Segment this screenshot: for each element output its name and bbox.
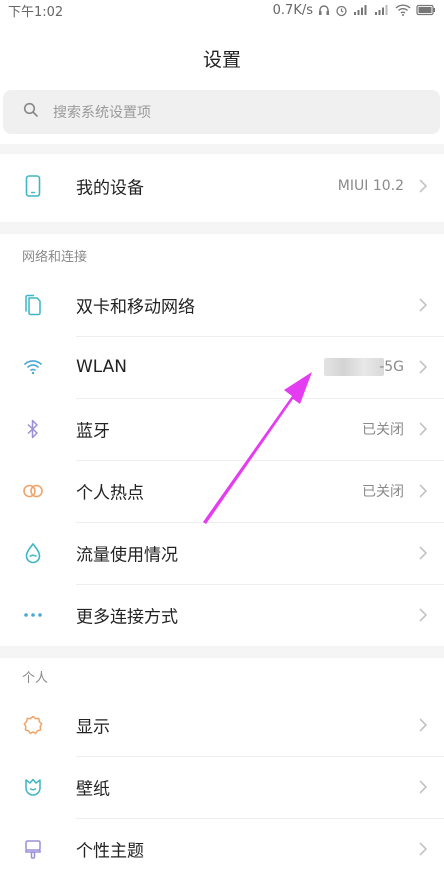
- signal-icon-2: [374, 4, 390, 16]
- bluetooth-icon: [22, 418, 44, 440]
- search-input[interactable]: 搜索系统设置项: [3, 90, 440, 134]
- status-bar: 下午1:02 0.7K/s: [0, 0, 444, 20]
- net-speed: 0.7K/s: [272, 2, 313, 18]
- page-title-text: 设置: [202, 48, 241, 71]
- wlan-label: WLAN: [76, 357, 128, 377]
- sidebar-item-more-connections[interactable]: 更多连接方式: [0, 584, 444, 646]
- display-label: 显示: [76, 717, 110, 738]
- signal-icon: [353, 4, 369, 16]
- status-indicators: 0.7K/s: [273, 3, 436, 18]
- my-device-value: MIUI 10.2: [337, 178, 404, 194]
- alarm-icon: [335, 4, 348, 17]
- wallpaper-label: 壁纸: [76, 779, 110, 800]
- sim-card-icon: [22, 294, 44, 316]
- bluetooth-label: 蓝牙: [76, 421, 110, 442]
- sidebar-item-bluetooth[interactable]: 蓝牙 已关闭: [0, 398, 444, 460]
- chevron-right-icon: [419, 842, 428, 856]
- sidebar-item-display[interactable]: 显示: [0, 694, 444, 756]
- search-placeholder: 搜索系统设置项: [53, 105, 151, 121]
- my-device-label: 我的设备: [76, 178, 144, 199]
- sidebar-item-dual-sim[interactable]: 双卡和移动网络: [0, 274, 444, 336]
- status-time: 下午1:02: [8, 4, 64, 20]
- wifi-icon: [22, 356, 44, 378]
- wlan-value: -5G: [379, 359, 404, 375]
- data-usage-label: 流量使用情况: [76, 545, 178, 566]
- sidebar-item-themes[interactable]: 个性主题: [0, 818, 444, 880]
- chevron-right-icon: [419, 298, 428, 312]
- bluetooth-value: 已关闭: [362, 422, 404, 438]
- divider: [0, 144, 444, 154]
- sidebar-item-wallpaper[interactable]: 壁纸: [0, 756, 444, 818]
- divider: [0, 222, 444, 234]
- brush-icon: [22, 838, 44, 860]
- sidebar-item-hotspot[interactable]: 个人热点 已关闭: [0, 460, 444, 522]
- my-device-row[interactable]: 我的设备 MIUI 10.2: [0, 155, 444, 217]
- themes-label: 个性主题: [76, 841, 144, 862]
- battery-icon: [416, 4, 436, 16]
- wlan-network-name-redacted: [324, 358, 384, 376]
- wifi-status-icon: [395, 4, 411, 16]
- chevron-right-icon: [419, 608, 428, 622]
- chevron-right-icon: [419, 422, 428, 436]
- section-header-personal: 个人: [22, 671, 49, 686]
- more-dots-icon: [22, 604, 44, 626]
- divider: [0, 646, 444, 658]
- hotspot-label: 个人热点: [76, 483, 144, 504]
- dual-sim-label: 双卡和移动网络: [76, 297, 195, 318]
- phone-icon: [22, 175, 44, 197]
- chevron-right-icon: [419, 546, 428, 560]
- headphone-icon: [318, 4, 330, 16]
- chevron-right-icon: [419, 780, 428, 794]
- chevron-right-icon: [419, 179, 428, 193]
- page-title: 设置: [0, 40, 444, 76]
- chevron-right-icon: [419, 718, 428, 732]
- chevron-right-icon: [419, 360, 428, 374]
- sidebar-item-wlan[interactable]: WLAN -5G: [0, 336, 444, 398]
- chevron-right-icon: [419, 484, 428, 498]
- section-header-network: 网络和连接: [22, 250, 88, 265]
- hotspot-icon: [22, 480, 44, 502]
- sun-icon: [22, 714, 44, 736]
- tulip-icon: [22, 776, 44, 798]
- more-connections-label: 更多连接方式: [76, 607, 178, 628]
- sidebar-item-data-usage[interactable]: 流量使用情况: [0, 522, 444, 584]
- hotspot-value: 已关闭: [362, 484, 404, 500]
- droplet-icon: [22, 542, 44, 564]
- search-icon: [23, 102, 39, 122]
